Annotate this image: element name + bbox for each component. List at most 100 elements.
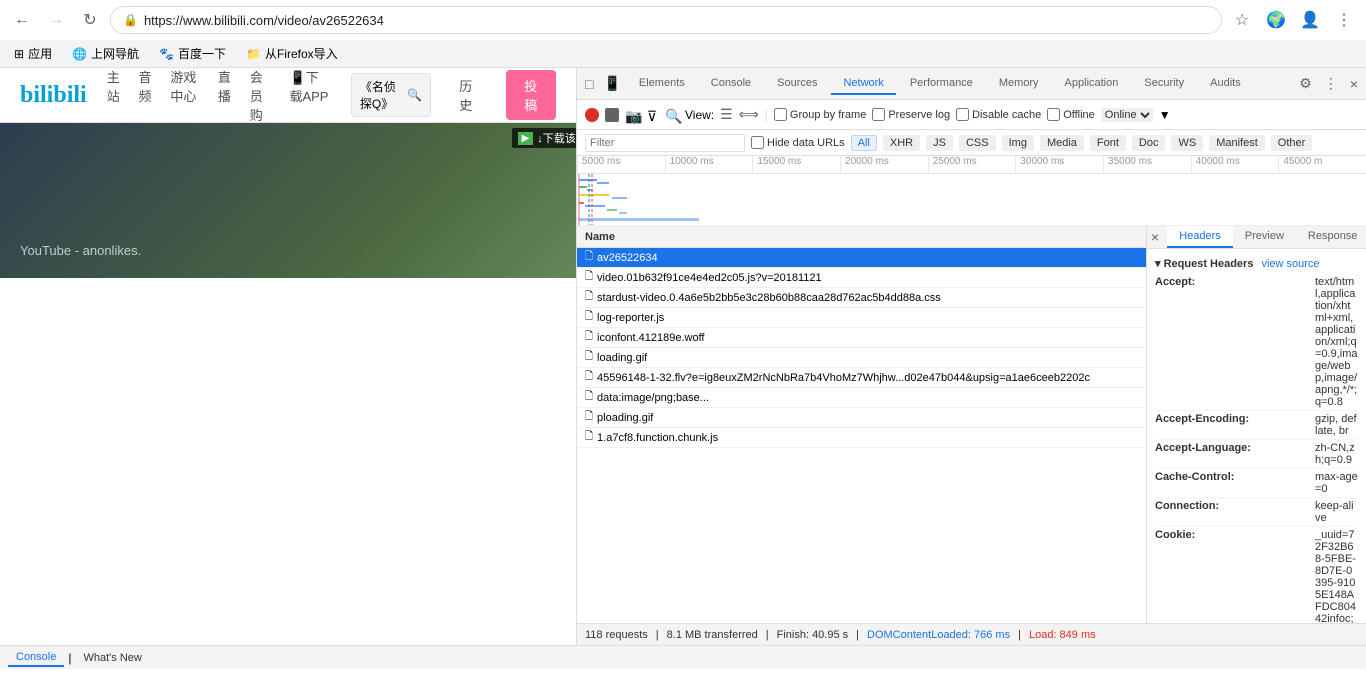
nav-app[interactable]: 📱下载APP — [289, 68, 330, 124]
nav-live[interactable]: 直播 — [218, 68, 234, 124]
offline-checkbox[interactable] — [1047, 108, 1060, 121]
view-list-icon[interactable]: ☰ — [720, 106, 733, 123]
record-button[interactable] — [585, 108, 599, 122]
download-button[interactable]: ▶ — [518, 132, 534, 145]
request-name-5: loading.gif — [597, 352, 1138, 364]
tick-30000: 30000 ms — [1015, 156, 1103, 173]
group-by-frame-checkbox[interactable] — [774, 108, 787, 121]
tab-application[interactable]: Application — [1053, 73, 1131, 95]
filter-media-btn[interactable]: Media — [1040, 135, 1084, 151]
request-row-2[interactable]: 🗋 stardust-video.0.4a6e5b2bb5e3c28b60b88… — [577, 288, 1146, 308]
detail-close-btn[interactable]: × — [1147, 226, 1163, 248]
request-row-5[interactable]: 🗋 loading.gif — [577, 348, 1146, 368]
tab-audits[interactable]: Audits — [1198, 73, 1253, 95]
filter-all-btn[interactable]: All — [851, 135, 877, 151]
filter-button[interactable]: ⊽ — [645, 108, 659, 122]
filter-xhr-btn[interactable]: XHR — [883, 135, 920, 151]
devtools-inspect-btn[interactable]: □ — [581, 74, 597, 94]
header-name-cookie: Cookie: — [1155, 529, 1315, 623]
bottom-bar: Console | What's New — [0, 645, 1366, 669]
devtools-panel: □ 📱 Elements Console Sources Network Per… — [576, 68, 1366, 645]
devtools-close-btn[interactable]: × — [1346, 73, 1362, 94]
filter-ws-btn[interactable]: WS — [1171, 135, 1203, 151]
browser-action-1[interactable]: 🌍 — [1262, 6, 1290, 34]
bottom-tab-console[interactable]: Console — [8, 649, 64, 667]
forward-button[interactable]: → — [42, 6, 70, 34]
detail-tab-response[interactable]: Response — [1296, 226, 1366, 248]
filter-js-btn[interactable]: JS — [926, 135, 953, 151]
view-label: View: — [685, 108, 714, 122]
devtools-dock-btn[interactable]: ⋮ — [1320, 73, 1342, 94]
bottom-tab-whatsnew[interactable]: What's New — [75, 650, 149, 666]
request-row-7[interactable]: 🗋 data:image/png;base... — [577, 388, 1146, 408]
nav-games[interactable]: 游戏中心 — [170, 68, 202, 124]
stop-button[interactable] — [605, 108, 619, 122]
upload-button[interactable]: 投稿 — [506, 70, 556, 120]
tab-console[interactable]: Console — [699, 73, 763, 95]
dom-content-loaded[interactable]: DOMContentLoaded: 766 ms — [867, 629, 1010, 641]
request-row-8[interactable]: 🗋 ploading.gif — [577, 408, 1146, 428]
nav-audio[interactable]: 音频 — [139, 68, 155, 124]
preserve-log-label[interactable]: Preserve log — [872, 108, 950, 121]
disable-cache-label[interactable]: Disable cache — [956, 108, 1041, 121]
throttle-select[interactable]: Online — [1101, 108, 1153, 122]
bookmark-internet-nav[interactable]: 🌐 上网导航 — [66, 43, 145, 64]
devtools-settings-btn[interactable]: ⚙ — [1295, 73, 1316, 94]
request-row-av26522634[interactable]: 🗋 av26522634 — [577, 248, 1146, 268]
search-button[interactable]: 🔍 — [665, 108, 679, 122]
filter-font-btn[interactable]: Font — [1090, 135, 1126, 151]
bookmark-star-button[interactable]: ☆ — [1228, 6, 1256, 34]
view-source-btn[interactable]: view source — [1261, 258, 1319, 270]
nav-shop[interactable]: 会员购 — [250, 68, 274, 124]
request-row-4[interactable]: 🗋 iconfont.412189e.woff — [577, 328, 1146, 348]
detail-tab-preview[interactable]: Preview — [1233, 226, 1296, 248]
request-row-1[interactable]: 🗋 video.01b632f91ce4e4ed2c05.js?v=201811… — [577, 268, 1146, 288]
firefox-icon: 📁 — [246, 47, 261, 61]
bookmark-apps[interactable]: ⊞ 应用 — [8, 43, 58, 64]
hide-data-urls-label[interactable]: Hide data URLs — [751, 136, 845, 149]
hide-data-urls-checkbox[interactable] — [751, 136, 764, 149]
tab-performance[interactable]: Performance — [898, 73, 985, 95]
screenshot-button[interactable]: 📷 — [625, 108, 639, 122]
request-row-3[interactable]: 🗋 log-reporter.js — [577, 308, 1146, 328]
menu-button[interactable]: ⋮ — [1330, 6, 1358, 34]
tab-sources[interactable]: Sources — [765, 73, 829, 95]
nav-home[interactable]: 主站 — [107, 68, 123, 124]
request-list-header: Name — [577, 226, 1146, 248]
tab-elements[interactable]: Elements — [627, 73, 697, 95]
bilibili-search[interactable]: 《名侦探Q》 🔍 — [351, 73, 431, 117]
bookmark-baidu[interactable]: 🐾 百度一下 — [153, 43, 232, 64]
group-by-frame-label[interactable]: Group by frame — [774, 108, 866, 121]
detail-tab-headers[interactable]: Headers — [1167, 226, 1233, 248]
filter-css-btn[interactable]: CSS — [959, 135, 996, 151]
reload-button[interactable]: ↻ — [76, 6, 104, 34]
load-time[interactable]: Load: 849 ms — [1029, 629, 1096, 641]
request-row-6[interactable]: 🗋 45596148-1-32.flv?e=ig8euxZM2rNcNbRa7b… — [577, 368, 1146, 388]
filter-other-btn[interactable]: Other — [1271, 135, 1313, 151]
bookmark-firefox[interactable]: 📁 从Firefox导入 — [240, 43, 344, 64]
bilibili-logo[interactable]: bilibili — [20, 82, 87, 109]
preserve-log-checkbox[interactable] — [872, 108, 885, 121]
request-name-0: av26522634 — [597, 252, 1138, 264]
user-account-button[interactable]: 👤 — [1296, 6, 1324, 34]
tick-45000: 45000 m — [1278, 156, 1366, 173]
request-row-9[interactable]: 🗋 1.a7cf8.function.chunk.js — [577, 428, 1146, 448]
tab-memory[interactable]: Memory — [987, 73, 1051, 95]
header-name-accept: Accept: — [1155, 276, 1315, 408]
history-button[interactable]: 历史 — [459, 76, 477, 114]
disable-cache-checkbox[interactable] — [956, 108, 969, 121]
tab-security[interactable]: Security — [1132, 73, 1196, 95]
filter-img-btn[interactable]: Img — [1002, 135, 1034, 151]
header-value-accept-encoding: gzip, deflate, br — [1315, 413, 1358, 437]
finish-time: Finish: 40.95 s — [777, 629, 849, 641]
filter-doc-btn[interactable]: Doc — [1132, 135, 1166, 151]
tab-network[interactable]: Network — [831, 73, 895, 95]
header-row-connection: Connection: keep-alive — [1155, 498, 1358, 527]
filter-manifest-btn[interactable]: Manifest — [1209, 135, 1265, 151]
filter-input[interactable] — [585, 134, 745, 152]
back-button[interactable]: ← — [8, 6, 36, 34]
devtools-device-btn[interactable]: 📱 — [599, 73, 624, 94]
offline-label[interactable]: Offline — [1047, 108, 1095, 121]
address-bar[interactable]: 🔒 https://www.bilibili.com/video/av26522… — [110, 6, 1222, 34]
view-waterfall-icon[interactable]: ⟺ — [739, 106, 759, 123]
